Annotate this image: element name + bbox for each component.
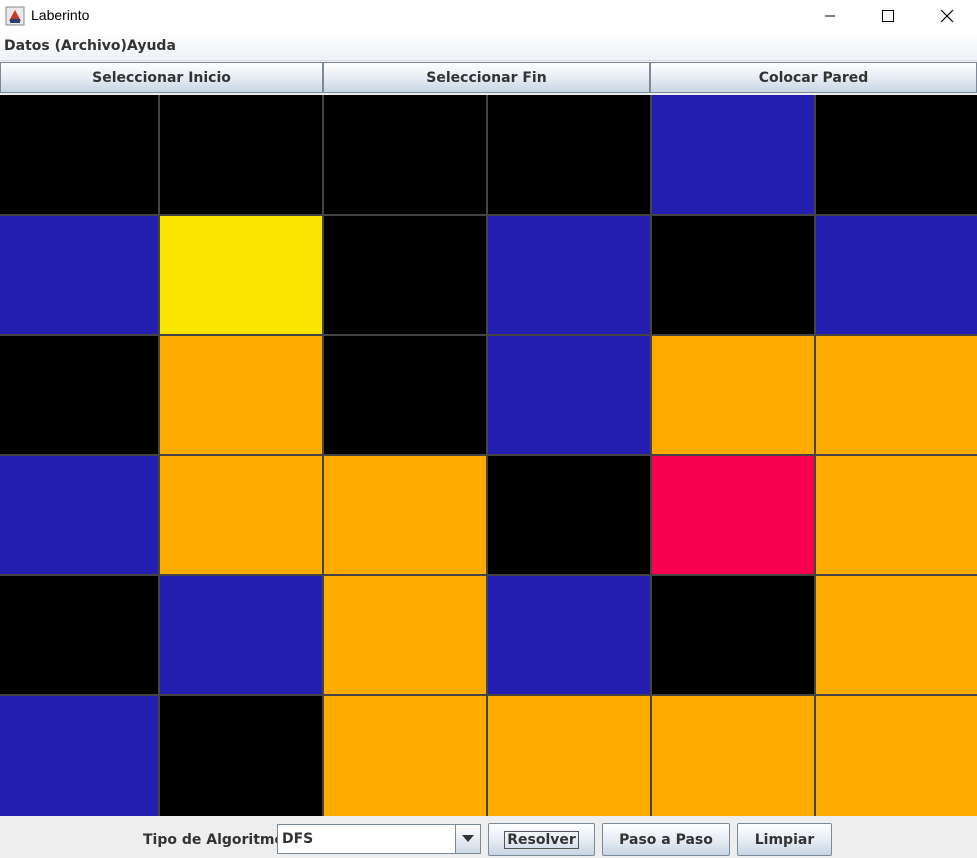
menu-datos-archivo[interactable]: Datos (Archivo) xyxy=(4,38,127,54)
control-bar: Tipo de Algoritmo: DFS Resolver Paso a P… xyxy=(0,816,977,858)
maze-cell-open[interactable] xyxy=(816,216,977,334)
maze-cell-open[interactable] xyxy=(0,696,158,816)
maze-cell-open[interactable] xyxy=(160,576,322,694)
maze-cell-visited[interactable] xyxy=(816,336,977,454)
maze-cell-wall[interactable] xyxy=(160,696,322,816)
maze-cell-wall[interactable] xyxy=(652,216,814,334)
maze-cell-wall[interactable] xyxy=(0,576,158,694)
mode-toolbar: Seleccionar Inicio Seleccionar Fin Coloc… xyxy=(0,62,977,95)
maze-grid xyxy=(0,95,977,816)
maze-cell-visited[interactable] xyxy=(324,456,486,574)
maze-cell-start[interactable] xyxy=(160,216,322,334)
select-end-button[interactable]: Seleccionar Fin xyxy=(323,62,650,93)
maze-cell-visited[interactable] xyxy=(816,456,977,574)
menu-bar: Datos (Archivo) Ayuda xyxy=(0,32,977,61)
algorithm-select[interactable]: DFS xyxy=(277,824,481,854)
maze-cell-visited[interactable] xyxy=(816,696,977,816)
maze-cell-visited[interactable] xyxy=(160,456,322,574)
maze-cell-wall[interactable] xyxy=(324,336,486,454)
algorithm-label: Tipo de Algoritmo: xyxy=(143,832,290,848)
maze-cell-open[interactable] xyxy=(488,216,650,334)
step-by-step-button[interactable]: Paso a Paso xyxy=(602,823,730,856)
maze-cell-visited[interactable] xyxy=(324,576,486,694)
maze-cell-open[interactable] xyxy=(0,456,158,574)
maze-cell-open[interactable] xyxy=(0,216,158,334)
select-start-button[interactable]: Seleccionar Inicio xyxy=(0,62,323,93)
resolve-button-label: Resolver xyxy=(504,830,579,849)
maze-cell-open[interactable] xyxy=(652,95,814,214)
maze-cell-visited[interactable] xyxy=(160,336,322,454)
maze-cell-open[interactable] xyxy=(488,336,650,454)
maze-cell-visited[interactable] xyxy=(816,576,977,694)
maze-cell-visited[interactable] xyxy=(652,696,814,816)
maze-cell-end[interactable] xyxy=(652,456,814,574)
chevron-down-icon[interactable] xyxy=(455,825,480,853)
window-title: Laberinto xyxy=(31,7,90,23)
place-wall-button[interactable]: Colocar Pared xyxy=(650,62,977,93)
maze-cell-wall[interactable] xyxy=(488,95,650,214)
maximize-button[interactable] xyxy=(859,0,917,32)
maze-cell-wall[interactable] xyxy=(488,456,650,574)
maze-cell-wall[interactable] xyxy=(160,95,322,214)
minimize-button[interactable] xyxy=(801,0,859,32)
maze-cell-wall[interactable] xyxy=(324,216,486,334)
java-cup-icon xyxy=(5,6,25,26)
menu-ayuda[interactable]: Ayuda xyxy=(127,38,176,54)
clear-button[interactable]: Limpiar xyxy=(737,823,832,856)
maze-cell-wall[interactable] xyxy=(0,95,158,214)
maximize-icon xyxy=(882,10,894,22)
close-icon xyxy=(940,9,954,23)
maze-cell-wall[interactable] xyxy=(652,576,814,694)
close-button[interactable] xyxy=(918,0,976,32)
maze-cell-visited[interactable] xyxy=(324,696,486,816)
maze-cell-visited[interactable] xyxy=(652,336,814,454)
maze-cell-wall[interactable] xyxy=(324,95,486,214)
maze-cell-visited[interactable] xyxy=(488,696,650,816)
maze-cell-open[interactable] xyxy=(488,576,650,694)
resolve-button[interactable]: Resolver xyxy=(488,823,595,856)
maze-cell-wall[interactable] xyxy=(816,95,977,214)
algorithm-selected-value: DFS xyxy=(282,831,314,847)
title-bar: Laberinto xyxy=(0,0,977,32)
maze-cell-wall[interactable] xyxy=(0,336,158,454)
minimize-icon xyxy=(825,15,835,17)
